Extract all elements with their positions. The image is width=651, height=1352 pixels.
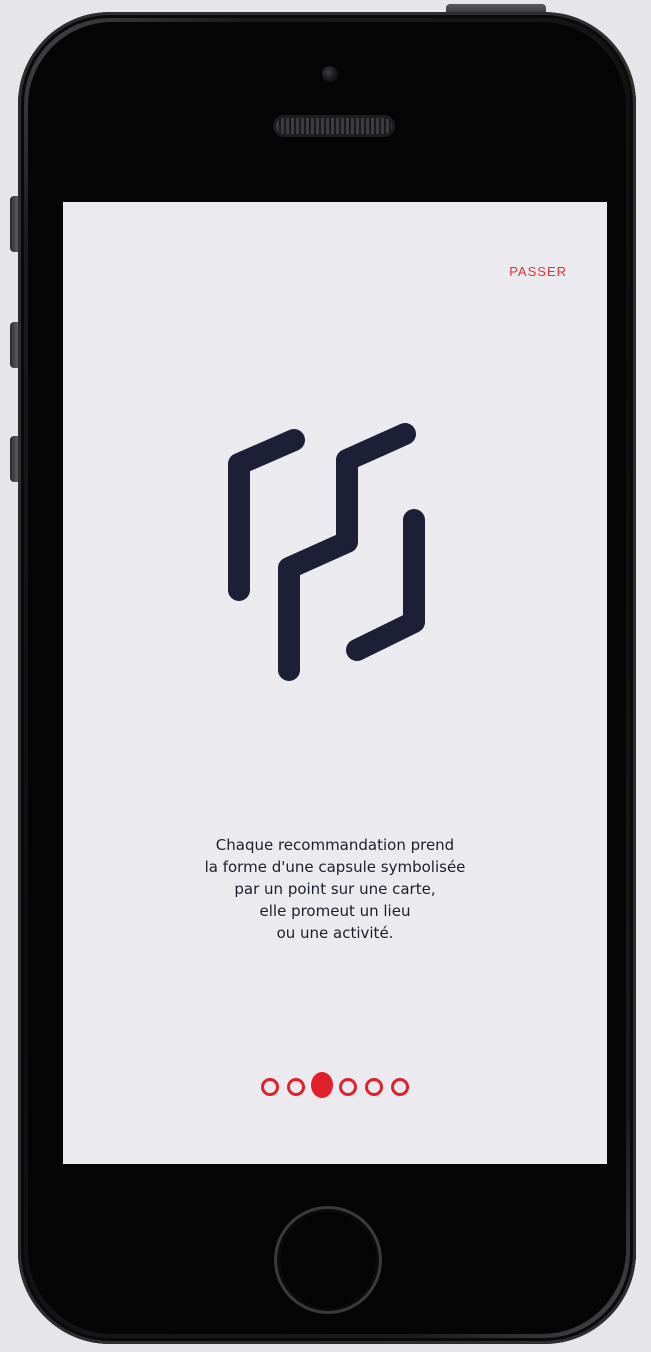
front-camera — [322, 66, 338, 82]
page-dot-3-active[interactable] — [311, 1072, 333, 1098]
earpiece-speaker — [276, 118, 392, 134]
logo-stroke-bottom-right — [346, 509, 425, 661]
caption-line: elle promeut un lieu — [259, 902, 411, 920]
caption-line: Chaque recommandation prend — [215, 836, 455, 854]
page-dot-5[interactable] — [365, 1078, 383, 1096]
page-indicator — [63, 1072, 607, 1098]
page-dot-6[interactable] — [391, 1078, 409, 1096]
device-mockup: PASSER Chaque recommandation prend la fo… — [0, 0, 651, 1352]
onboarding-screen: PASSER Chaque recommandation prend la fo… — [63, 202, 607, 1164]
page-dot-1[interactable] — [261, 1078, 279, 1096]
caption-line: la forme d'une capsule symbolisée — [204, 858, 466, 876]
page-dot-2[interactable] — [287, 1078, 305, 1096]
onboarding-caption: Chaque recommandation prend la forme d'u… — [63, 834, 607, 944]
caption-line: ou une activité. — [276, 924, 394, 942]
skip-button[interactable]: PASSER — [509, 264, 567, 279]
home-button[interactable] — [274, 1206, 382, 1314]
page-dot-4[interactable] — [339, 1078, 357, 1096]
capsule-logo-icon — [228, 423, 425, 681]
caption-line: par un point sur une carte, — [234, 880, 436, 898]
